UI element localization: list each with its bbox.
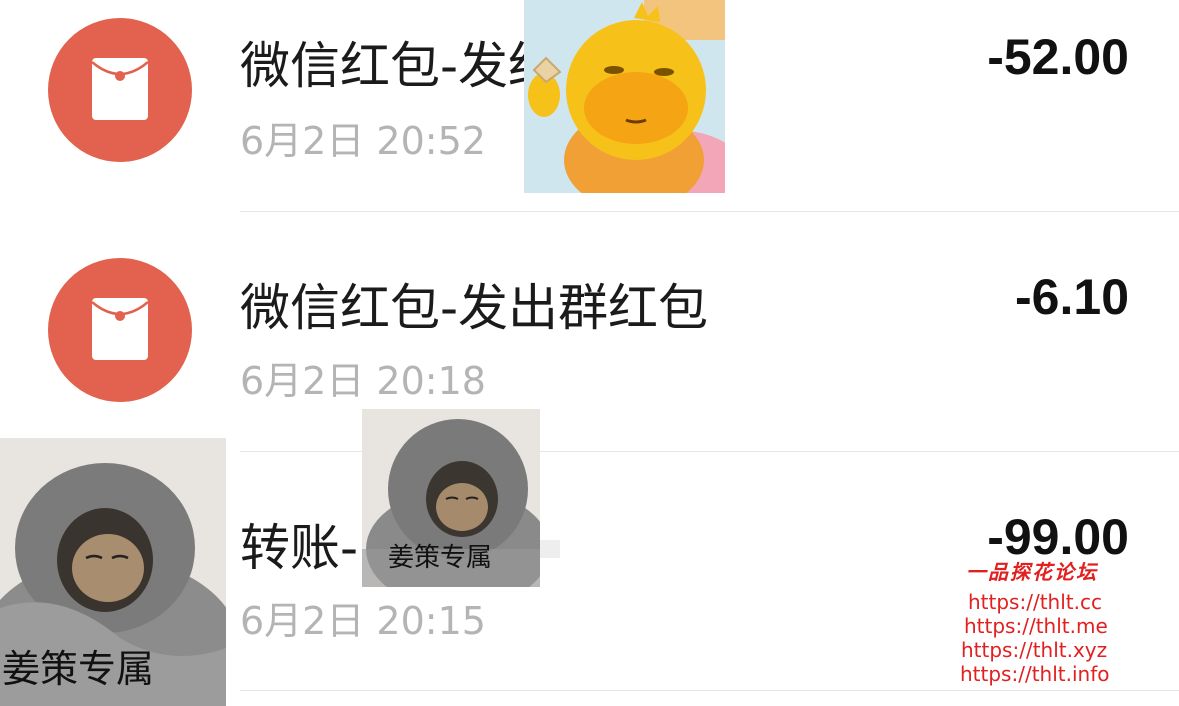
watermark-title: 一品探花论坛 (966, 560, 1098, 584)
transaction-row-2[interactable]: 微信红包-发出群红包 6月2日 20:18 -6.10 (0, 212, 1179, 452)
transaction-time: 6月2日 20:18 (240, 359, 486, 403)
redacted-block (540, 540, 560, 558)
watermark-url: https://thlt.xyz (961, 638, 1108, 662)
transaction-title: 转账- (240, 519, 359, 577)
watermark-url: https://thlt.info (960, 662, 1110, 686)
row-divider (240, 690, 1179, 691)
transaction-amount: -52.00 (987, 29, 1129, 85)
cat-sticker-large: 姜策专属 (0, 438, 226, 706)
transaction-time: 6月2日 20:52 (240, 119, 486, 163)
cat-sticker-small: 姜策专属 (362, 409, 540, 587)
red-packet-icon (48, 258, 192, 402)
cartoon-sticker (524, 0, 725, 193)
sticker-caption: 姜策专属 (2, 647, 155, 691)
transaction-title: 微信红包-发出群红包 (240, 279, 709, 337)
sticker-caption: 姜策专属 (388, 543, 493, 573)
transaction-amount: -6.10 (1015, 269, 1129, 325)
transaction-title: 微信红包-发红 (240, 37, 559, 95)
red-packet-icon (48, 18, 192, 162)
watermark-url: https://thlt.cc (968, 590, 1102, 614)
watermark-url: https://thlt.me (964, 614, 1108, 638)
transaction-time: 6月2日 20:15 (240, 599, 486, 643)
